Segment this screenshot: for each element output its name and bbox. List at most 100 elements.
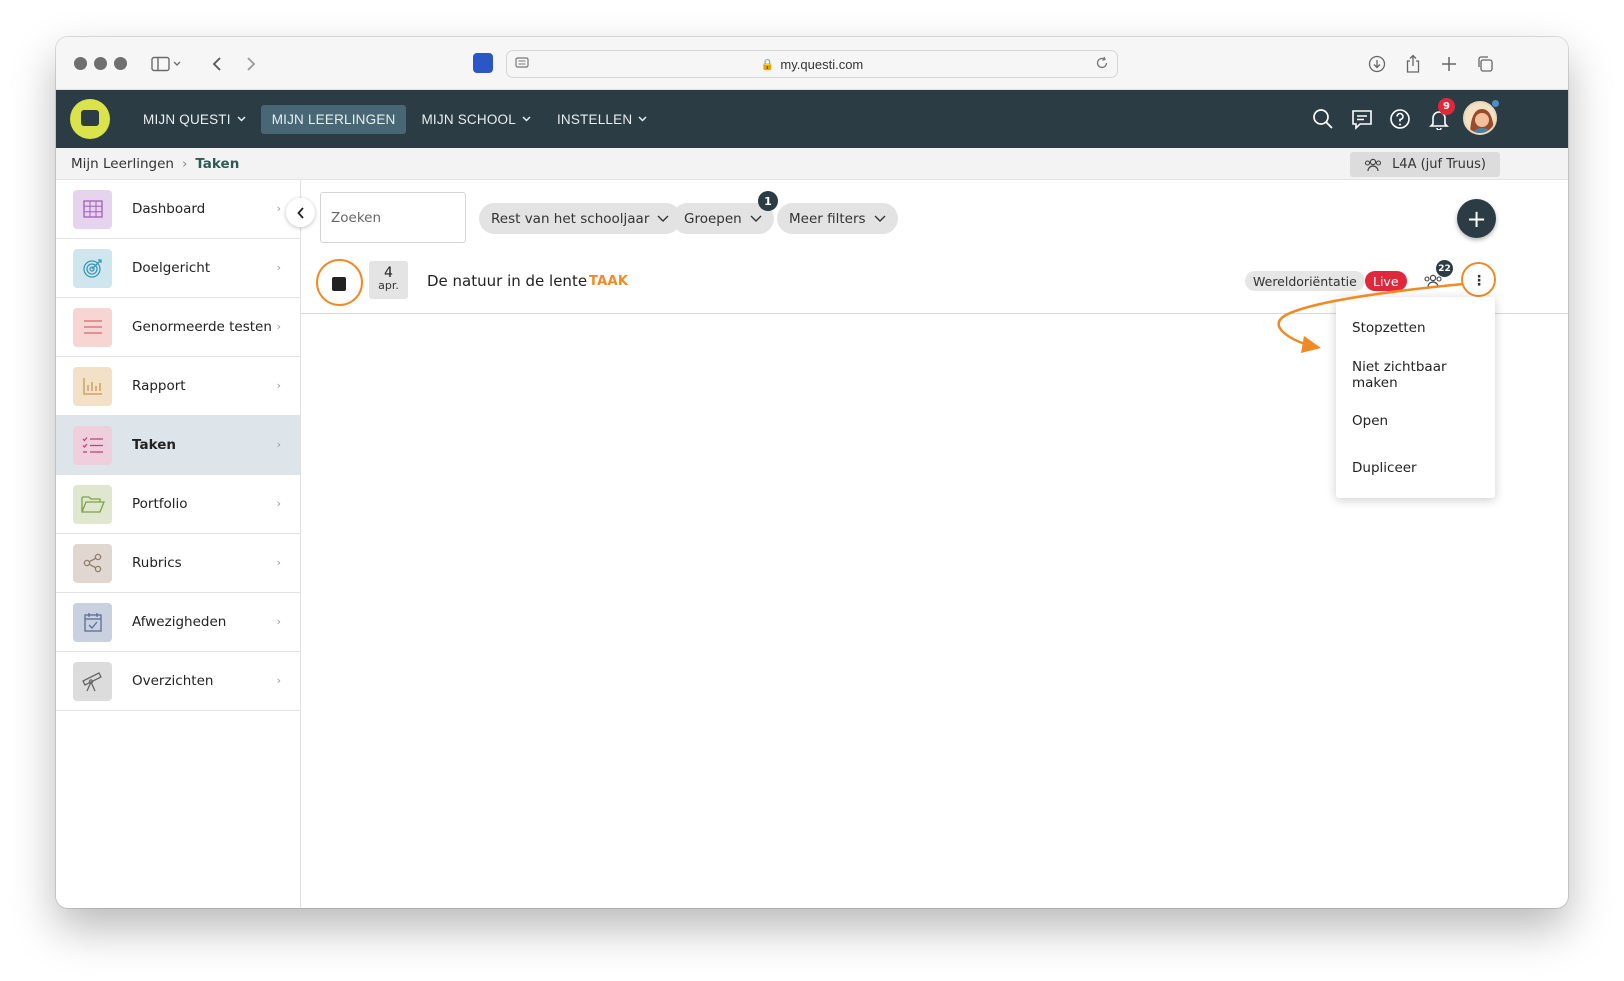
address-bar[interactable]: 🔒 my.questi.com — [506, 50, 1118, 78]
nav-label: MIJN QUESTI — [143, 111, 231, 127]
back-arrow-icon[interactable] — [204, 51, 230, 77]
sidebar-item-dashboard[interactable]: Dashboard › — [56, 180, 300, 239]
breadcrumb: Mijn Leerlingen › Taken — [71, 156, 239, 172]
period-filter[interactable]: Rest van het schooljaar — [479, 203, 682, 234]
breadcrumb-parent[interactable]: Mijn Leerlingen — [71, 156, 174, 172]
bar-chart-icon — [73, 366, 112, 406]
questi-logo[interactable] — [70, 99, 110, 139]
checklist-icon — [73, 425, 112, 465]
more-filters-button[interactable]: Meer filters — [777, 203, 898, 234]
grid-icon — [73, 189, 112, 229]
nav-label: MIJN SCHOOL — [421, 111, 516, 127]
sidebar-item-label: Portfolio — [132, 496, 188, 512]
url-text: my.questi.com — [780, 56, 864, 72]
download-icon[interactable] — [1364, 51, 1390, 77]
notification-badge: 9 — [1438, 98, 1455, 115]
search-icon[interactable] — [1310, 106, 1336, 132]
nav-mijn-questi[interactable]: MIJN QUESTI — [132, 105, 257, 134]
menu-item-niet-zichtbaar-maken[interactable]: Niet zichtbaar maken — [1336, 352, 1495, 399]
sidebar-item-label: Doelgericht — [132, 260, 211, 276]
more-options-icon[interactable]: ⋮ — [1465, 267, 1493, 295]
task-date-month: apr. — [378, 279, 399, 292]
period-filter-label: Rest van het schooljaar — [491, 210, 650, 227]
chevron-right-icon: › — [276, 556, 281, 569]
groups-filter[interactable]: Groepen — [672, 203, 774, 234]
main-content: Rest van het schooljaar Groepen 1 Meer f… — [301, 180, 1568, 908]
status-badge: Live — [1365, 271, 1407, 291]
task-title[interactable]: De natuur in de lente — [427, 272, 587, 290]
telescope-icon — [73, 661, 112, 701]
calendar-check-icon — [73, 602, 112, 642]
task-type-label: TAAK — [589, 274, 629, 289]
tab-overview-icon[interactable] — [1472, 51, 1498, 77]
chevron-right-icon: › — [276, 615, 281, 628]
sidebar: Dashboard › Doelgericht › Genormeerde te… — [56, 180, 301, 908]
chevron-down-icon — [874, 215, 886, 222]
task-date: 4 apr. — [369, 261, 408, 299]
sidebar-item-label: Rubrics — [132, 555, 182, 571]
breadcrumb-bar: Mijn Leerlingen › Taken L4A (juf Truus) — [56, 148, 1568, 180]
help-icon[interactable] — [1387, 106, 1413, 132]
chevron-right-icon: › — [276, 497, 281, 510]
group-selector-button[interactable]: L4A (juf Truus) — [1350, 152, 1500, 177]
groups-filter-label: Groepen — [684, 210, 742, 227]
chevron-right-icon: › — [276, 320, 281, 333]
more-filters-label: Meer filters — [789, 210, 866, 227]
sidebar-item-label: Overzichten — [132, 673, 214, 689]
menu-item-open[interactable]: Open — [1336, 398, 1495, 445]
chevron-down-icon — [750, 215, 762, 222]
chevron-right-icon: › — [276, 379, 281, 392]
participants-count-badge: 22 — [1436, 260, 1453, 277]
target-icon — [73, 248, 112, 288]
nav-mijn-school[interactable]: MIJN SCHOOL — [410, 105, 541, 134]
sidebar-item-portfolio[interactable]: Portfolio › — [56, 475, 300, 534]
sidebar-item-afwezigheden[interactable]: Afwezigheden › — [56, 593, 300, 652]
sidebar-item-label: Dashboard — [132, 201, 206, 217]
extension-icon[interactable] — [473, 53, 493, 73]
reload-icon[interactable] — [1095, 56, 1109, 73]
sidebar-toggle-icon[interactable] — [146, 51, 186, 77]
group-selector-label: L4A (juf Truus) — [1392, 157, 1486, 172]
sidebar-item-label: Afwezigheden — [132, 614, 227, 630]
plus-icon: + — [1466, 204, 1487, 233]
app-header: MIJN QUESTI MIJN LEERLINGEN MIJN SCHOOL … — [56, 90, 1568, 148]
nav-label: INSTELLEN — [556, 111, 633, 127]
sidebar-item-label: Taken — [132, 437, 176, 453]
share-icon — [73, 543, 112, 583]
minimize-window-button[interactable] — [94, 57, 107, 70]
new-tab-icon[interactable] — [1436, 51, 1462, 77]
sidebar-item-overzichten[interactable]: Overzichten › — [56, 652, 300, 711]
collapse-sidebar-button[interactable] — [286, 198, 315, 227]
menu-item-stopzetten[interactable]: Stopzetten — [1336, 305, 1495, 352]
sidebar-item-doelgericht[interactable]: Doelgericht › — [56, 239, 300, 298]
nav-mijn-leerlingen[interactable]: MIJN LEERLINGEN — [260, 104, 407, 134]
people-icon — [1365, 158, 1382, 171]
reader-icon[interactable] — [515, 56, 529, 73]
browser-toolbar: 🔒 my.questi.com — [56, 37, 1568, 90]
search-input[interactable] — [320, 192, 466, 243]
chevron-down-icon — [522, 116, 531, 122]
stop-icon[interactable] — [332, 277, 346, 291]
close-window-button[interactable] — [74, 57, 87, 70]
lock-icon: 🔒 — [760, 58, 775, 71]
add-task-button[interactable]: + — [1457, 199, 1496, 238]
groups-filter-badge: 1 — [758, 191, 778, 211]
zoom-window-button[interactable] — [114, 57, 127, 70]
chevron-right-icon: › — [276, 438, 281, 451]
nav-instellen[interactable]: INSTELLEN — [546, 105, 658, 134]
forward-arrow-icon[interactable] — [238, 51, 264, 77]
sidebar-item-rubrics[interactable]: Rubrics › — [56, 534, 300, 593]
online-status-dot — [1491, 99, 1500, 108]
browser-window: 🔒 my.questi.com MIJN QUESTI MIJN LEERLIN… — [56, 37, 1568, 908]
chevron-right-icon: › — [276, 202, 281, 215]
sidebar-item-genormeerde-testen[interactable]: Genormeerde testen › — [56, 298, 300, 357]
sidebar-item-rapport[interactable]: Rapport › — [56, 357, 300, 416]
subject-chip: Wereldoriëntatie — [1245, 271, 1365, 291]
messages-icon[interactable] — [1349, 106, 1375, 132]
main-nav: MIJN QUESTI MIJN LEERLINGEN MIJN SCHOOL … — [132, 90, 662, 148]
chevron-right-icon: › — [181, 156, 188, 172]
sidebar-item-taken[interactable]: Taken › — [56, 416, 300, 475]
nav-label: MIJN LEERLINGEN — [271, 111, 396, 127]
menu-item-dupliceer[interactable]: Dupliceer — [1336, 445, 1495, 492]
share-icon[interactable] — [1400, 51, 1426, 77]
